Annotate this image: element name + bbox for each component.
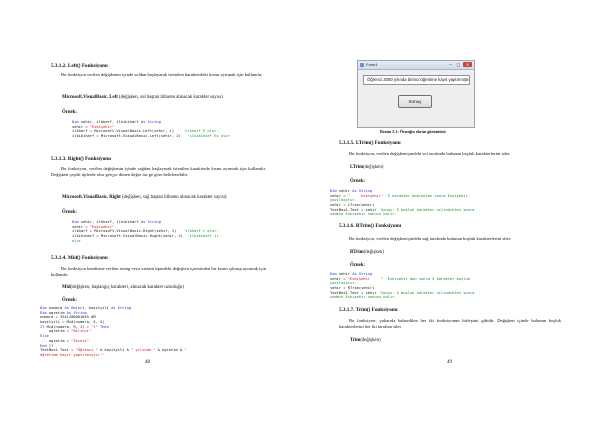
syntax-left: Microsoft.VisualBasic. Left (değişken, s… bbox=[62, 95, 223, 100]
section-desc-left: Bu fonksiyon verilen değişkenin içinde s… bbox=[61, 72, 263, 77]
section-heading-right-fn: 5.3.1.3. Right() Fonksiyonu bbox=[51, 156, 111, 162]
code-line: ilkikiharf = Microsoft.VisualBasic.Left(… bbox=[72, 134, 230, 139]
code-line: sadece Eskişehir sonucu kalır. bbox=[330, 295, 397, 300]
section-desc-right-fn: Bu fonksiyon, verilen değişkenin içinde … bbox=[51, 166, 266, 178]
figure-caption: Resim 5.1: Örneğin ekran görüntüsü bbox=[380, 129, 446, 134]
window-titlebar[interactable]: Form1 ─ □ ✕ bbox=[358, 61, 474, 70]
window-title: Form1 bbox=[366, 62, 378, 67]
form-icon bbox=[360, 63, 364, 67]
form1-window: Form1 ─ □ ✕ Öğrenci 2000 yılında birinci… bbox=[357, 60, 475, 128]
section-heading-trim: 5.3.1.7. Trim() Fonksiyonu bbox=[339, 307, 398, 313]
code-block-rtrim: Dim sehir As String sehir = "Eskişehir " … bbox=[330, 272, 474, 300]
section-desc-trim: Bu fonksiyon, yukarıda bahsedilen her ik… bbox=[339, 318, 561, 330]
code-line: sadece Eskişehir sonucu kalır. bbox=[330, 212, 397, 217]
syntax-trim: Trim(değişken) bbox=[350, 338, 381, 343]
syntax-mid: Mid(değişken, başlangıç karakteri, alına… bbox=[62, 285, 184, 290]
code-block-right-fn: Dim sehir, ilkharf, ilkikiharf As String… bbox=[72, 220, 219, 243]
section-heading-ltrim: 5.3.1.5. LTrim() Fonksiyonu bbox=[339, 140, 401, 146]
example-label: Örnek: bbox=[350, 263, 365, 268]
sonuc-button[interactable]: Sonuç bbox=[398, 95, 432, 108]
page-number: 49 bbox=[447, 360, 452, 365]
example-label: Örnek: bbox=[350, 179, 365, 184]
syntax-ltrim: LTrim(değişken) bbox=[350, 165, 384, 170]
syntax-rtrim: RTrim(değişken) bbox=[350, 250, 384, 255]
code-block-ltrim: Dim sehir As String sehir = " Eskişehir" … bbox=[330, 189, 474, 217]
example-label: Örnek: bbox=[62, 210, 77, 215]
code-line: ilkikiharf = Microsoft.VisualBasic.Right… bbox=[72, 234, 219, 239]
section-desc-ltrim: Bu fonksiyon, verilen değişkeniçindeki s… bbox=[349, 151, 511, 156]
result-textbox[interactable]: Öğrenci 2000 yılında birinci öğretime ka… bbox=[363, 75, 470, 85]
page-number: 48 bbox=[145, 360, 150, 365]
code-line: olur bbox=[72, 238, 81, 243]
example-label: Örnek: bbox=[62, 110, 77, 115]
section-desc-rtrim: Bu fonksiyon, verilen değişkeniçindeki s… bbox=[349, 236, 512, 241]
code-block-mid: Dim numara As Object, kayityili As Strin… bbox=[40, 306, 187, 358]
code-block-left: Dim sehir, ilkharf, ilkikiharf As String… bbox=[72, 120, 230, 139]
section-heading-left: 5.3.1.2. Left() Fonksiyonu bbox=[51, 63, 108, 69]
left-page: 5.3.1.2. Left() Fonksiyonu Bu fonksiyon … bbox=[0, 0, 300, 423]
syntax-right-fn: Microsoft.VisualBasic. Right (değişken, … bbox=[62, 195, 227, 200]
section-heading-mid: 5.3.1.4. Mid() Fonksiyonu bbox=[51, 255, 108, 261]
close-icon[interactable]: ✕ bbox=[463, 62, 472, 67]
maximize-icon[interactable]: □ bbox=[455, 62, 462, 67]
minimize-icon[interactable]: ─ bbox=[447, 62, 454, 67]
example-label: Örnek: bbox=[62, 298, 77, 303]
section-heading-rtrim: 5.3.1.6. RTrim() Fonksiyonu bbox=[339, 223, 402, 229]
code-line: öğretime kayıt yaptırmıştır." bbox=[40, 352, 105, 357]
section-desc-mid: Bu fonksiyon kendisine verilen string ve… bbox=[51, 266, 266, 278]
